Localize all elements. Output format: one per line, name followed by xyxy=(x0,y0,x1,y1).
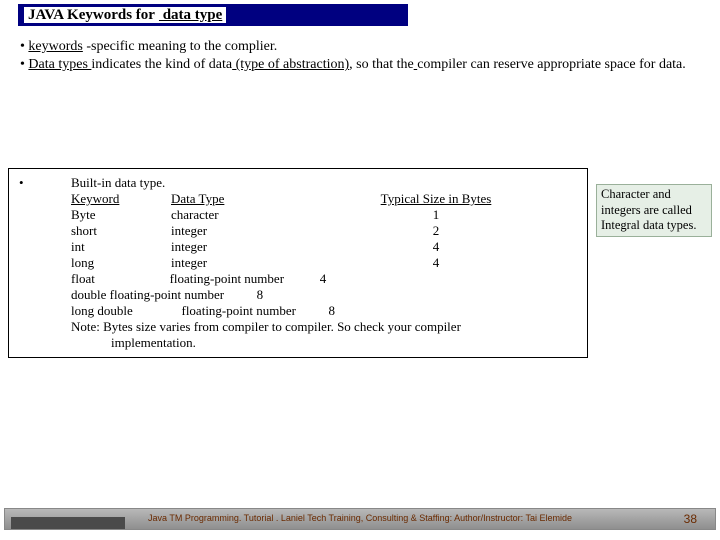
title-underlined: data type xyxy=(157,7,224,23)
b2-p3: compiler can reserve appropriate space f… xyxy=(417,57,686,72)
row-longdouble: long double floating-point number 8 xyxy=(71,303,579,319)
table-bullet: • xyxy=(19,175,24,191)
hdr-keyword: Keyword xyxy=(71,191,171,207)
callout-text: Character and integers are called Integr… xyxy=(601,187,696,232)
cell-t: character xyxy=(171,207,351,223)
note-line2: implementation. xyxy=(111,335,579,351)
bullet-1: • keywords -specific meaning to the comp… xyxy=(20,38,706,56)
cell-s: 1 xyxy=(351,207,521,223)
cell-s: 4 xyxy=(351,239,521,255)
table-row: short integer 2 xyxy=(71,223,579,239)
title-text: JAVA Keywords for data type xyxy=(24,7,226,23)
b1-rest: -specific meaning to the complier. xyxy=(83,39,277,54)
cell-t: integer xyxy=(171,223,351,239)
bullet-2: • Data types indicates the kind of data … xyxy=(20,56,706,74)
cell-s: 4 xyxy=(351,255,521,271)
hdr-datatype: Data Type xyxy=(171,191,351,207)
cell-t: integer xyxy=(171,255,351,271)
cell-k: int xyxy=(71,239,171,255)
row-float: float floating-point number 4 xyxy=(71,271,579,287)
b2-u1: Data types xyxy=(28,57,91,72)
table-row: long integer 4 xyxy=(71,255,579,271)
datatype-table-box: • Built-in data type. Keyword Data Type … xyxy=(8,168,588,358)
table-inner: Built-in data type. Keyword Data Type Ty… xyxy=(71,175,579,351)
bullet-block: • keywords -specific meaning to the comp… xyxy=(20,38,706,74)
cell-t: integer xyxy=(171,239,351,255)
table-header-row: Keyword Data Type Typical Size in Bytes xyxy=(71,191,579,207)
footer-bar: Java TM Programming. Tutorial . Laniel T… xyxy=(4,508,716,530)
title-plain: JAVA Keywords for xyxy=(26,7,157,23)
row-double: double floating-point number 8 xyxy=(71,287,579,303)
hdr-size: Typical Size in Bytes xyxy=(351,191,521,207)
note-line1: Note: Bytes size varies from compiler to… xyxy=(71,319,579,335)
b1-underlined: keywords xyxy=(28,39,82,54)
b2-p1: indicates the kind of data xyxy=(91,57,232,72)
cell-s: 2 xyxy=(351,223,521,239)
table-row: Byte character 1 xyxy=(71,207,579,223)
cell-k: Byte xyxy=(71,207,171,223)
table-row: int integer 4 xyxy=(71,239,579,255)
b2-u2: (type of abstraction) xyxy=(232,57,349,72)
page-number: 38 xyxy=(684,512,697,526)
cell-k: short xyxy=(71,223,171,239)
footer-text: Java TM Programming. Tutorial . Laniel T… xyxy=(5,513,715,523)
table-heading: Built-in data type. xyxy=(71,175,579,191)
title-bar: JAVA Keywords for data type xyxy=(18,4,408,26)
b2-p2: , so that the xyxy=(349,57,414,72)
cell-k: long xyxy=(71,255,171,271)
callout-box: Character and integers are called Integr… xyxy=(596,184,712,237)
